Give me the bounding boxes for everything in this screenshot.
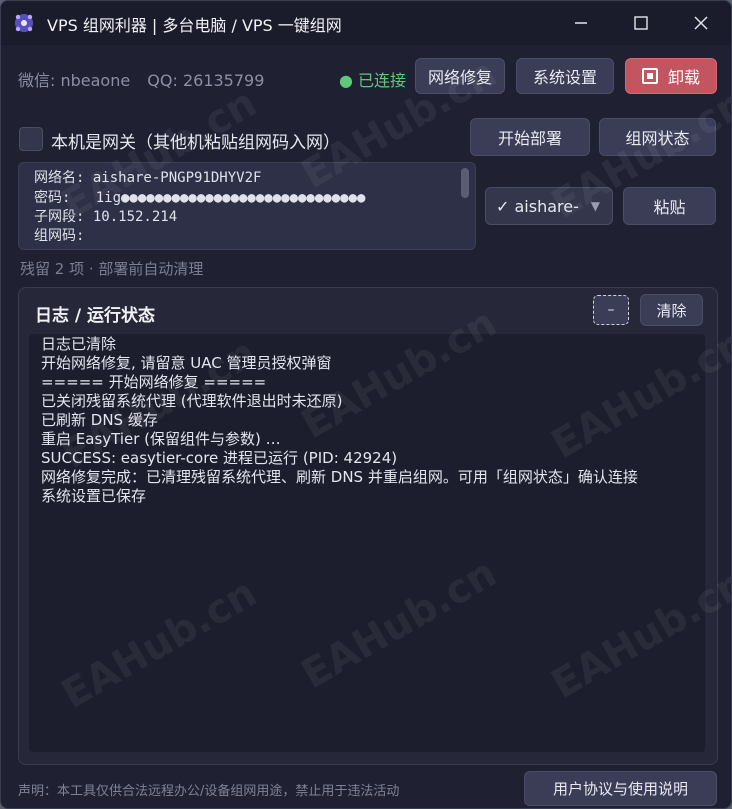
log-panel: 日志 / 运行状态 – 清除 日志已清除 开始网络修复, 请留意 UAC 管理员… xyxy=(18,287,718,765)
network-select-value: ✓ aishare- xyxy=(496,197,579,216)
network-select[interactable]: ✓ aishare- ▼ xyxy=(485,187,613,225)
stop-icon xyxy=(641,68,658,84)
network-info-box[interactable]: 网络名: aishare-PNGP91DHYV2F 密码: 1ig●●●●●●●… xyxy=(18,162,476,250)
close-button[interactable] xyxy=(671,1,731,45)
contact-info: 微信: nbeaone QQ: 26135799 xyxy=(18,67,276,91)
log-line: 网络修复完成：已清理残留系统代理、刷新 DNS 并重启组网。可用「组网状态」确认… xyxy=(41,468,638,486)
log-output[interactable]: 日志已清除 开始网络修复, 请留意 UAC 管理员授权弹窗 ===== 开始网络… xyxy=(29,334,705,752)
title-bar: VPS 组网利器 | 多台电脑 / VPS 一键组网 xyxy=(1,1,731,45)
app-window: VPS 组网利器 | 多台电脑 / VPS 一键组网 微信: nbeaone Q… xyxy=(0,0,732,809)
log-line: 日志已清除 xyxy=(41,335,117,353)
network-name-line: 网络名: aishare-PNGP91DHYV2F xyxy=(34,170,262,186)
connection-status: ● 已连接 xyxy=(339,71,407,90)
log-line: 已刷新 DNS 缓存 xyxy=(41,411,158,429)
app-icon xyxy=(15,14,33,32)
network-status-button[interactable]: 组网状态 xyxy=(599,118,716,156)
gateway-checkbox-label[interactable]: 本机是网关（其他机粘贴组网码入网） xyxy=(51,128,340,153)
log-line: 系统设置已保存 xyxy=(41,487,147,505)
uninstall-label: 卸载 xyxy=(667,68,700,87)
clear-log-button[interactable]: 清除 xyxy=(640,294,703,326)
qq-contact: QQ: 26135799 xyxy=(147,71,265,90)
network-repair-button[interactable]: 网络修复 xyxy=(415,58,505,94)
info-scrollbar[interactable] xyxy=(461,168,469,198)
user-agreement-button[interactable]: 用户协议与使用说明 xyxy=(524,771,717,806)
window-title: VPS 组网利器 | 多台电脑 / VPS 一键组网 xyxy=(47,16,342,35)
log-line: 重启 EasyTier (保留组件与参数) … xyxy=(41,430,281,448)
minimize-button[interactable] xyxy=(551,1,611,45)
paste-button[interactable]: 粘贴 xyxy=(623,187,716,225)
log-line: 开始网络修复, 请留意 UAC 管理员授权弹窗 xyxy=(41,354,332,372)
log-line: SUCCESS: easytier-core 进程已运行 (PID: 42924… xyxy=(41,449,398,467)
log-line: 已关闭残留系统代理 (代理软件退出时未还原) xyxy=(41,392,343,410)
gateway-checkbox[interactable] xyxy=(19,127,43,151)
minimize-icon xyxy=(575,22,587,24)
residue-note: 残留 2 项 · 部署前自动清理 xyxy=(20,260,204,278)
collapse-log-button[interactable]: – xyxy=(593,295,629,325)
log-line: ===== 开始网络修复 ===== xyxy=(41,373,267,391)
subnet-line: 子网段: 10.152.214 xyxy=(34,209,178,225)
disclaimer-note: 声明：本工具仅供合法远程办公/设备组网用途，禁止用于违法活动 xyxy=(18,784,400,799)
network-code-line: 组网码: xyxy=(34,228,85,244)
password-line: 密码: 1ig●●●●●●●●●●●●●●●●●●●●●●●●●●●●● xyxy=(34,190,366,206)
wechat-contact: 微信: nbeaone xyxy=(18,71,131,90)
log-title: 日志 / 运行状态 xyxy=(35,306,156,326)
uninstall-button[interactable]: 卸载 xyxy=(625,58,717,94)
start-deploy-button[interactable]: 开始部署 xyxy=(470,118,590,156)
system-settings-button[interactable]: 系统设置 xyxy=(516,58,614,94)
chevron-down-icon: ▼ xyxy=(590,199,600,213)
maximize-icon xyxy=(634,16,648,30)
maximize-button[interactable] xyxy=(611,1,671,45)
close-icon xyxy=(694,16,708,30)
